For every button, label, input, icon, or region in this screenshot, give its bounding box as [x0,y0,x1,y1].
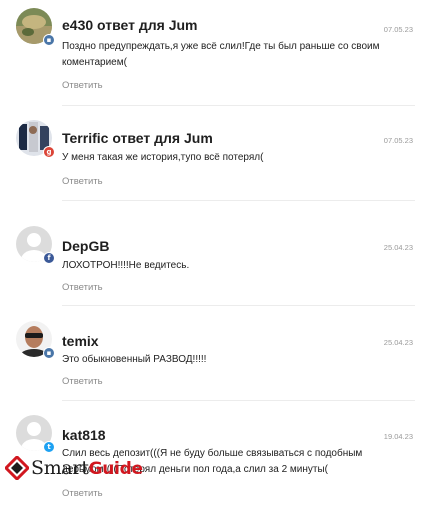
reply-button[interactable]: Ответить [62,488,103,499]
divider [62,105,415,106]
vk-icon: ▪ [43,34,55,46]
comment-author: kat818 [62,427,106,443]
avatar-wrap[interactable]: g [16,120,55,158]
comment-date: 25.04.23 [383,243,413,252]
comment-date: 07.05.23 [383,136,413,145]
divider [62,400,415,401]
watermark-text: SmartGuide [31,457,143,479]
smartguide-watermark: SmartGuide [5,456,143,480]
reply-button[interactable]: Ответить [62,376,103,387]
reply-button[interactable]: Ответить [62,282,103,293]
twitter-icon: t [43,441,55,453]
comment-author: temix [62,333,99,349]
comment-date: 25.04.23 [383,338,413,347]
vk-icon: ▪ [43,347,55,359]
divider [62,200,415,201]
avatar-wrap[interactable]: ▪ [16,321,55,359]
facebook-icon: f [43,252,55,264]
avatar-wrap[interactable]: f [16,226,55,264]
smartguide-logo-icon [5,456,29,480]
reply-button[interactable]: Ответить [62,176,103,187]
comment-text: У меня такая же история,тупо всё потерял… [62,152,264,163]
comment-text: Поздно предупреждать,я уже всё слил!Где … [62,41,380,68]
google-icon: g [43,146,55,158]
comment-text: Это обыкновенный РАЗВОД!!!!! [62,354,207,365]
comment-author: DepGB [62,238,110,254]
comment-date: 19.04.23 [383,432,413,441]
divider [62,305,415,306]
comment-text: ЛОХОТРОН!!!!Не ведитесь. [62,260,190,271]
comment-date: 07.05.23 [383,25,413,34]
reply-button[interactable]: Ответить [62,80,103,91]
comment-author: e430 ответ для Jum [62,17,198,33]
avatar-wrap[interactable]: t [16,415,55,453]
avatar-wrap[interactable]: ▪ [16,8,55,46]
comment-author: Terrific ответ для Jum [62,130,213,146]
